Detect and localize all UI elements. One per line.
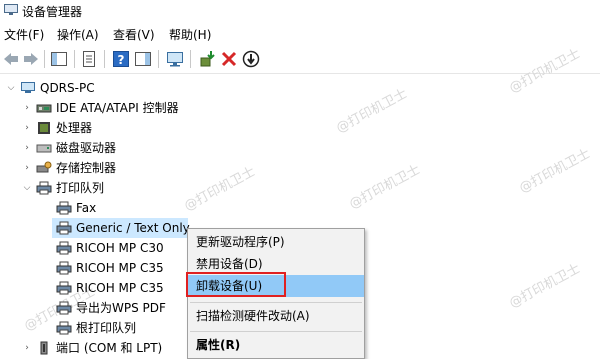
- uninstall-x-icon[interactable]: [220, 50, 238, 68]
- expand-arrow-icon[interactable]: ›: [22, 158, 32, 178]
- properties-icon[interactable]: [80, 50, 98, 68]
- storage-controller-icon: [36, 161, 52, 173]
- ctx-scan-hardware[interactable]: 扫描检测硬件改动(A): [188, 305, 364, 327]
- menu-file[interactable]: 文件(F): [4, 26, 44, 43]
- scan-hardware-monitor-icon[interactable]: [166, 50, 184, 68]
- svg-text:?: ?: [118, 53, 125, 67]
- ctx-properties[interactable]: 属性(R): [188, 334, 364, 356]
- ctx-divider: [190, 331, 362, 332]
- action-pane-icon[interactable]: [134, 50, 152, 68]
- highlight-annotation-box: [186, 272, 286, 297]
- tree-category-label: IDE ATA/ATAPI 控制器: [56, 101, 179, 115]
- window-title: 设备管理器: [22, 5, 83, 19]
- update-driver-icon[interactable]: [198, 50, 216, 68]
- help-icon[interactable]: ?: [112, 50, 130, 68]
- tree-category-label: 存储控制器: [56, 161, 117, 175]
- toolbar-divider: [158, 50, 159, 68]
- menu-view[interactable]: 查看(V): [113, 26, 155, 43]
- ide-controller-icon: [36, 104, 52, 113]
- title-bar: 设备管理器: [0, 0, 600, 22]
- computer-icon: [21, 82, 35, 93]
- tree-device-label: 根打印队列: [76, 321, 137, 335]
- tree-device-label: 导出为WPS PDF: [76, 301, 166, 315]
- device-manager-icon: [4, 4, 18, 15]
- ctx-update-driver[interactable]: 更新驱动程序(P): [188, 231, 364, 253]
- toolbar-divider: [104, 50, 105, 68]
- disk-drive-icon: [36, 144, 52, 153]
- toolbar-divider: [190, 50, 191, 68]
- printer-icon: [36, 181, 52, 195]
- printer-icon: [56, 221, 72, 235]
- printer-icon: [56, 201, 72, 215]
- toolbar-divider: [44, 50, 45, 68]
- expand-arrow-icon[interactable]: ›: [22, 338, 32, 358]
- back-arrow-icon[interactable]: [2, 50, 20, 68]
- toolbar-divider: [74, 50, 75, 68]
- ctx-item-label: 属性(R): [196, 338, 241, 352]
- tree-root-label: QDRS-PC: [40, 81, 95, 95]
- show-hide-console-tree-icon[interactable]: [50, 50, 68, 68]
- ctx-divider: [190, 302, 362, 303]
- expand-arrow-icon[interactable]: ›: [22, 98, 32, 118]
- toolbar: ?: [0, 45, 600, 74]
- printer-icon: [56, 281, 72, 295]
- printer-icon: [56, 261, 72, 275]
- tree-device-label: Fax: [76, 201, 97, 215]
- tree-category-label: 处理器: [56, 121, 93, 135]
- tree-category-label: 磁盘驱动器: [56, 141, 117, 155]
- tree-device-label: RICOH MP C30: [76, 241, 164, 255]
- forward-arrow-icon[interactable]: [22, 50, 40, 68]
- menu-bar: 文件(F) 操作(A) 查看(V) 帮助(H): [0, 23, 600, 43]
- menu-help[interactable]: 帮助(H): [169, 26, 211, 43]
- printer-icon: [56, 301, 72, 315]
- menu-action[interactable]: 操作(A): [57, 26, 99, 43]
- collapse-arrow-icon[interactable]: ⌵: [6, 78, 16, 98]
- collapse-arrow-icon[interactable]: ⌵: [22, 178, 32, 198]
- ctx-item-label: 更新驱动程序(P): [196, 235, 285, 249]
- tree-category-label: 打印队列: [56, 181, 105, 195]
- tree-device-label: RICOH MP C35: [76, 261, 164, 275]
- expand-arrow-icon[interactable]: ›: [22, 138, 32, 158]
- printer-icon: [56, 321, 72, 335]
- tree-device-label: RICOH MP C35: [76, 281, 164, 295]
- tree-device-label: Generic / Text Only: [76, 221, 190, 235]
- tree-category-label: 端口 (COM 和 LPT): [56, 341, 163, 355]
- ctx-item-label: 扫描检测硬件改动(A): [196, 309, 310, 323]
- printer-icon: [56, 241, 72, 255]
- disable-device-icon[interactable]: [242, 50, 260, 68]
- port-connector-icon: [40, 341, 48, 355]
- processor-icon: [38, 122, 50, 134]
- expand-arrow-icon[interactable]: ›: [22, 118, 32, 138]
